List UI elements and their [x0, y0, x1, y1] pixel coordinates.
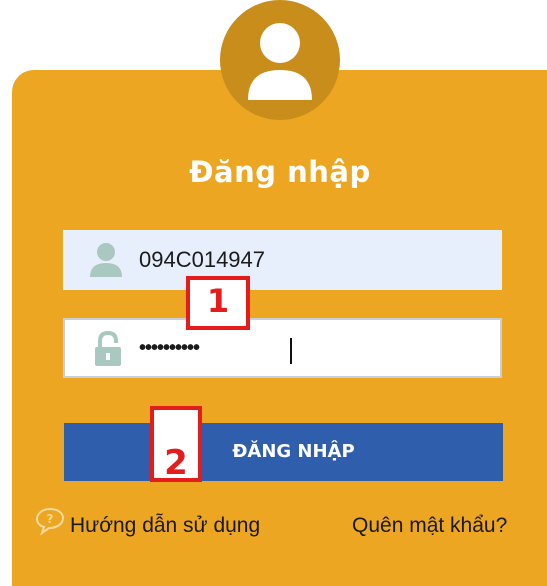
help-link-label: Hướng dẫn sử dụng	[70, 514, 261, 537]
step-1-badge: 1	[186, 276, 250, 330]
user-avatar-icon	[220, 0, 340, 120]
username-field[interactable]: 094C014947	[63, 230, 502, 290]
svg-text:?: ?	[47, 512, 54, 526]
login-page: Đăng nhập 094C014947 •••••••••• ĐĂNG NHẬ…	[0, 0, 547, 586]
page-title: Đăng nhập	[189, 155, 371, 189]
help-bubble-icon: ?	[34, 506, 66, 536]
login-button[interactable]: ĐĂNG NHẬP	[64, 423, 503, 481]
password-field[interactable]: ••••••••••	[63, 318, 502, 378]
forgot-password-link[interactable]: Quên mật khẩu?	[352, 514, 507, 538]
lock-icon	[89, 330, 127, 368]
text-cursor	[290, 338, 292, 364]
step-2-badge: 2	[150, 406, 202, 483]
login-button-label: ĐĂNG NHẬP	[232, 441, 355, 462]
user-icon	[87, 240, 125, 278]
